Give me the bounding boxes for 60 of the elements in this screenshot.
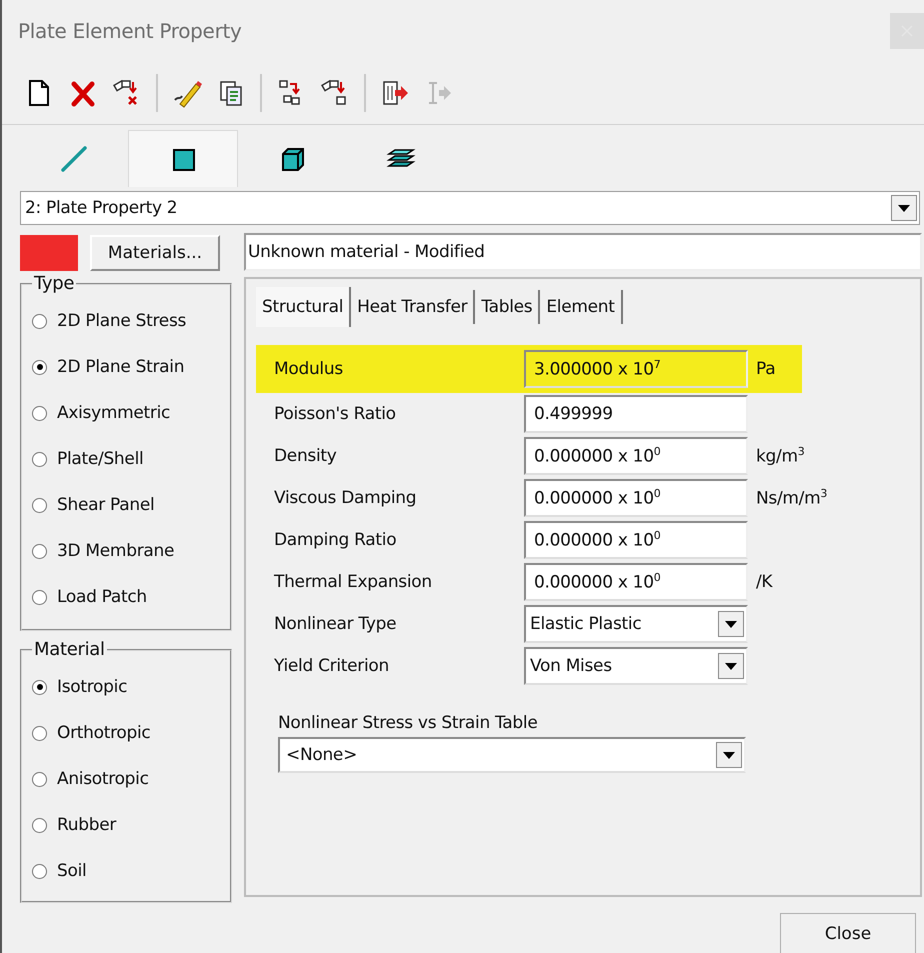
radio-option[interactable]: Anisotropic bbox=[32, 756, 230, 802]
field-label: Modulus bbox=[274, 359, 344, 379]
materials-button[interactable]: Materials... bbox=[90, 235, 220, 271]
dropdown-field[interactable]: Elastic Plastic bbox=[524, 605, 748, 643]
radio-icon[interactable] bbox=[32, 818, 47, 832]
group-label: Material bbox=[33, 639, 106, 660]
radio-icon[interactable] bbox=[32, 544, 47, 558]
radio-icon[interactable] bbox=[32, 680, 47, 694]
radio-icon[interactable] bbox=[32, 452, 47, 466]
field-label: Density bbox=[274, 446, 338, 466]
radio-icon[interactable] bbox=[32, 406, 47, 420]
radio-option[interactable]: 2D Plane Stress bbox=[32, 298, 230, 344]
input-field[interactable]: 0.000000 x 10$^{0}$ bbox=[524, 437, 748, 475]
radio-option[interactable]: Load Patch bbox=[32, 574, 230, 620]
field-label: Poisson's Ratio bbox=[274, 404, 397, 424]
radio-icon[interactable] bbox=[32, 772, 47, 786]
input-field[interactable]: 0.000000 x 10$^{0}$ bbox=[524, 479, 748, 517]
field-label: Yield Criterion bbox=[274, 656, 390, 676]
field-label: Thermal Expansion bbox=[274, 572, 433, 592]
radio-option[interactable]: Axisymmetric bbox=[32, 390, 230, 436]
group-label: Type bbox=[33, 273, 76, 294]
dropdown-field[interactable]: <None> bbox=[278, 737, 746, 773]
unit-label: kg/m$^{3}$ bbox=[756, 445, 804, 467]
element-type-tab[interactable] bbox=[128, 130, 238, 187]
close-button[interactable]: Close bbox=[780, 913, 916, 953]
radio-option[interactable]: 2D Plane Strain bbox=[32, 344, 230, 390]
radio-icon[interactable] bbox=[32, 360, 47, 374]
radio-icon[interactable] bbox=[32, 864, 47, 878]
radio-option[interactable]: Plate/Shell bbox=[32, 436, 230, 482]
field-label: Viscous Damping bbox=[274, 488, 418, 508]
unit-label: Ns/m/m$^{3}$ bbox=[756, 487, 828, 509]
tab[interactable]: Element bbox=[540, 290, 623, 324]
radio-option[interactable]: Orthotropic bbox=[32, 710, 230, 756]
input-field[interactable]: 0.000000 x 10$^{0}$ bbox=[524, 563, 748, 601]
material-color-swatch[interactable] bbox=[20, 235, 78, 271]
input-field[interactable]: 0.000000 x 10$^{0}$ bbox=[524, 521, 748, 559]
unit-label: Pa bbox=[756, 359, 776, 379]
pencil-icon bbox=[172, 78, 202, 108]
tab[interactable]: Structural bbox=[256, 287, 352, 327]
window-title: Plate Element Property bbox=[18, 19, 242, 43]
material-name-field[interactable]: Unknown material - Modified bbox=[244, 233, 922, 271]
input-field[interactable]: 0.499999 bbox=[524, 395, 748, 433]
tab[interactable]: Heat Transfer bbox=[351, 290, 476, 324]
field-label: Nonlinear Stress vs Strain Table bbox=[278, 713, 538, 733]
field-label: Nonlinear Type bbox=[274, 614, 398, 634]
input-field[interactable]: 3.000000 x 10$^{7}$ bbox=[524, 350, 748, 388]
radio-option[interactable]: Isotropic bbox=[32, 664, 230, 710]
tab[interactable]: Tables bbox=[475, 290, 540, 324]
radio-icon[interactable] bbox=[32, 726, 47, 740]
radio-option[interactable]: Rubber bbox=[32, 802, 230, 848]
radio-icon[interactable] bbox=[32, 498, 47, 512]
radio-option[interactable]: 3D Membrane bbox=[32, 528, 230, 574]
radio-icon[interactable] bbox=[32, 590, 47, 604]
unit-label: /K bbox=[756, 572, 772, 592]
property-dropdown[interactable]: 2: Plate Property 2 bbox=[20, 191, 920, 225]
radio-icon[interactable] bbox=[32, 314, 47, 328]
dropdown-field[interactable]: Von Mises bbox=[524, 647, 748, 685]
field-label: Damping Ratio bbox=[274, 530, 398, 550]
radio-option[interactable]: Soil bbox=[32, 848, 230, 894]
radio-option[interactable]: Shear Panel bbox=[32, 482, 230, 528]
